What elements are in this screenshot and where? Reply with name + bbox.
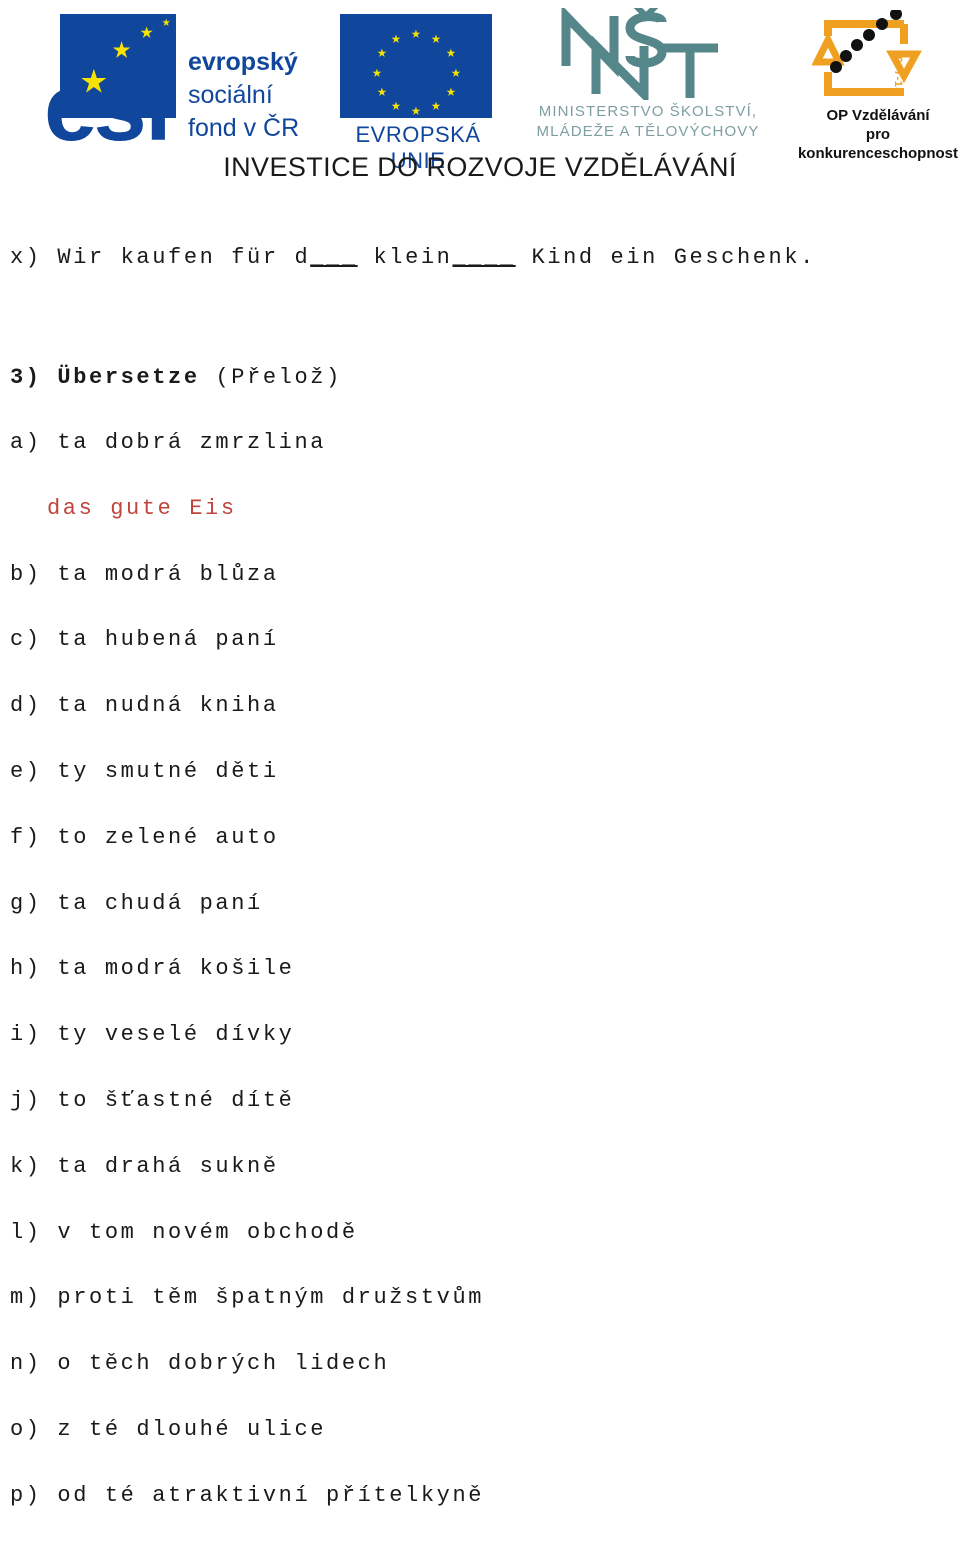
task-heading: 3) Übersetze (Přelož) — [10, 365, 342, 390]
list-item: m) proti těm špatným družstvům — [0, 1285, 960, 1351]
list-item-text: z té dlouhé ulice — [41, 1416, 327, 1442]
list-item-label: i) — [10, 1022, 42, 1048]
list-item: n) o těch dobrých lidech — [0, 1351, 960, 1417]
list-item-text: ta chudá paní — [41, 890, 263, 916]
list-item-label: b) — [10, 561, 42, 587]
list-item-label: f) — [10, 824, 42, 850]
esf-logo: ★ ★ ★ ★ esf evropský sociální fond v ČR — [38, 12, 338, 156]
list-item: j) to šťastné dítě — [0, 1088, 960, 1154]
list-item-text: ty smutné děti — [41, 758, 279, 784]
star-icon: ★ — [377, 83, 387, 101]
list-item-text: ta modrá blůza — [41, 561, 279, 587]
op-year-range: 2007-13 — [892, 50, 904, 94]
star-icon: ★ — [431, 30, 441, 48]
exercise-line-x-text-before: Wir kaufen für d — [41, 245, 311, 270]
blank-1[interactable]: ___ — [310, 245, 357, 270]
msmt-caption: MINISTERSTVO ŠKOLSTVÍ, MLÁDEŽE A TĚLOVÝC… — [508, 102, 788, 142]
list-item-text: o těch dobrých lidech — [41, 1351, 390, 1377]
esf-wordmark: esf — [44, 54, 175, 161]
list-item-label: a) — [10, 430, 42, 455]
star-icon: ★ — [391, 30, 401, 48]
european-union-logo: ★ ★ ★ ★ ★ ★ ★ ★ ★ ★ ★ ★ EVROPSKÁ UNIE — [332, 12, 502, 173]
star-icon: ★ — [446, 83, 456, 101]
star-icon: ★ — [140, 20, 154, 45]
list-item-text: ta drahá sukně — [41, 1153, 279, 1179]
list-item-label: p) — [10, 1482, 42, 1508]
list-item-label: e) — [10, 758, 42, 784]
star-icon: ★ — [162, 15, 171, 31]
list-item: k) ta drahá sukně — [0, 1154, 960, 1220]
banner-tagline: INVESTICE DO ROZVOJE VZDĚLÁVÁNÍ — [223, 152, 737, 182]
msmt-caption-line2: MLÁDEŽE A TĚLOVÝCHOVY — [536, 123, 760, 140]
esf-caption: evropský sociální fond v ČR — [188, 46, 299, 145]
list-item-answer: das gute Eis — [47, 496, 237, 521]
blank-2[interactable]: ____ — [453, 245, 516, 270]
list-item-label: l) — [10, 1219, 42, 1245]
translation-item-list: a) ta dobrá zmrzlina das gute Eis b) ta mo… — [0, 430, 960, 1549]
list-item-label: h) — [10, 956, 42, 982]
list-item-label: n) — [10, 1351, 42, 1377]
task-translation-spacer — [200, 365, 216, 390]
list-item-label: d) — [10, 693, 42, 719]
task-title-text: Übersetze — [57, 365, 200, 390]
list-item-text: v tom novém obchodě — [41, 1219, 358, 1245]
op-arrows-icon — [811, 8, 930, 106]
exercise-line-x-label: x) — [10, 245, 42, 270]
msmt-logo: MINISTERSTVO ŠKOLSTVÍ, MLÁDEŽE A TĚLOVÝC… — [508, 3, 788, 150]
list-item-label: c) — [10, 627, 42, 653]
list-item-label: g) — [10, 890, 42, 916]
list-item-text: ta modrá košile — [41, 956, 295, 982]
msmt-monogram-icon — [558, 3, 728, 105]
exercise-line-x: x) Wir kaufen für d___ klein____ Kind ei… — [10, 245, 816, 270]
list-item: l) v tom novém obchodě — [0, 1220, 960, 1286]
task-title — [42, 365, 58, 390]
list-item: p) od té atraktivní přítelkyně — [0, 1483, 960, 1549]
star-icon: ★ — [411, 102, 421, 120]
exercise-line-x-text-mid: klein — [357, 245, 453, 270]
list-item: h) ta modrá košile — [0, 956, 960, 1022]
star-icon: ★ — [372, 64, 382, 82]
eu-flag-icon: ★ ★ ★ ★ ★ ★ ★ ★ ★ ★ ★ ★ — [340, 14, 492, 120]
list-item-label: j) — [10, 1087, 42, 1113]
logo-row: ★ ★ ★ ★ esf evropský sociální fond v ČR … — [0, 3, 960, 173]
list-item-text: proti těm špatným družstvům — [41, 1285, 485, 1311]
list-item-label: o) — [10, 1416, 42, 1442]
op-caption-line1: OP Vzdělávání — [826, 107, 930, 124]
op-vzdelavani-logo: 2007-13 OP Vzdělávání pro konkurencescho… — [798, 8, 960, 162]
star-icon: ★ — [391, 97, 401, 115]
esf-caption-line2: sociální — [188, 81, 273, 109]
list-item: b) ta modrá blůza — [0, 562, 960, 628]
list-item: d) ta nudná kniha — [0, 693, 960, 759]
esf-caption-line1: evropský — [188, 48, 298, 76]
star-icon: ★ — [446, 44, 456, 62]
list-item-text: to zelené auto — [41, 824, 279, 850]
msmt-caption-line1: MINISTERSTVO ŠKOLSTVÍ, — [538, 103, 758, 120]
list-item: i) ty veselé dívky — [0, 1022, 960, 1088]
list-item-text: ta nudná kniha — [41, 693, 279, 719]
exercise-line-x-text-after: Kind ein Geschenk. — [515, 245, 816, 270]
task-translation: (Přelož) — [215, 365, 342, 390]
star-icon: ★ — [431, 97, 441, 115]
list-item-label: m) — [10, 1285, 42, 1311]
star-icon: ★ — [451, 64, 461, 82]
star-icon: ★ — [377, 44, 387, 62]
list-item: e) ty smutné děti — [0, 759, 960, 825]
eu-funding-header-banner: ★ ★ ★ ★ esf evropský sociální fond v ČR … — [0, 0, 960, 205]
list-item-text: ty veselé dívky — [41, 1022, 295, 1048]
list-item-text: ta hubená paní — [41, 627, 279, 653]
list-item-label: k) — [10, 1153, 42, 1179]
list-item: a) ta dobrá zmrzlina das gute Eis — [0, 430, 960, 562]
esf-caption-line3: fond v ČR — [188, 114, 300, 142]
list-item: g) ta chudá paní — [0, 891, 960, 957]
star-icon: ★ — [411, 25, 421, 43]
task-number: 3) — [10, 365, 42, 390]
list-item-text: ta dobrá zmrzlina — [41, 430, 327, 455]
list-item: o) z té dlouhé ulice — [0, 1417, 960, 1483]
list-item-text: od té atraktivní přítelkyně — [41, 1482, 485, 1508]
list-item-text: to šťastné dítě — [41, 1087, 295, 1113]
list-item: c) ta hubená paní — [0, 627, 960, 693]
list-item: f) to zelené auto — [0, 825, 960, 891]
